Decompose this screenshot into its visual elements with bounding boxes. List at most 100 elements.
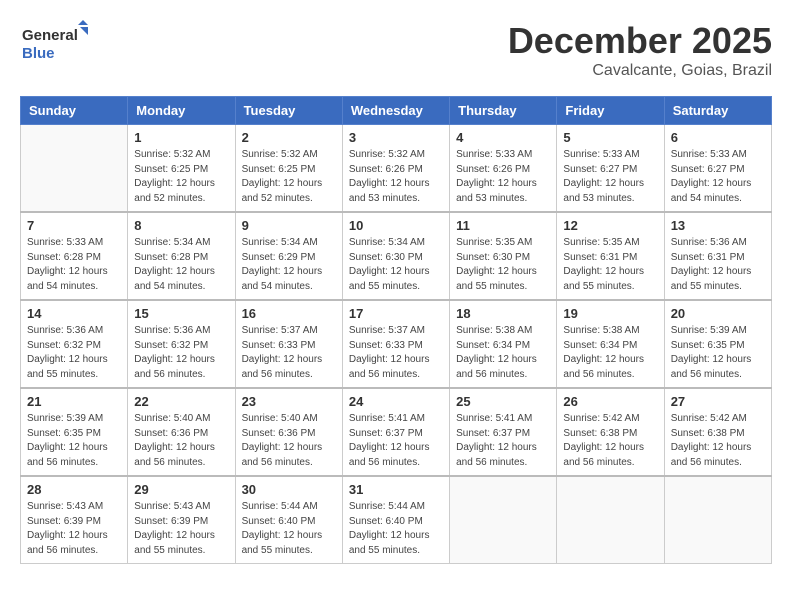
day-number: 24	[349, 394, 443, 409]
calendar-cell: 13Sunrise: 5:36 AMSunset: 6:31 PMDayligh…	[664, 212, 771, 300]
day-number: 18	[456, 306, 550, 321]
calendar-cell: 4 Sunrise: 5:33 AMSunset: 6:26 PMDaylight…	[450, 125, 557, 213]
calendar-cell: 28Sunrise: 5:43 AMSunset: 6:39 PMDayligh…	[21, 476, 128, 564]
calendar-cell	[21, 125, 128, 213]
day-number: 3	[349, 130, 443, 145]
calendar-week-row: 14Sunrise: 5:36 AMSunset: 6:32 PMDayligh…	[21, 300, 772, 388]
calendar-cell	[450, 476, 557, 564]
day-number: 28	[27, 482, 121, 497]
day-number: 20	[671, 306, 765, 321]
calendar-cell: 10 Sunrise: 5:34 AMSunset: 6:30 PMDayligh…	[342, 212, 449, 300]
calendar-cell: 23Sunrise: 5:40 AMSunset: 6:36 PMDayligh…	[235, 388, 342, 476]
day-number: 5	[563, 130, 657, 145]
day-number: 26	[563, 394, 657, 409]
calendar-cell: 21Sunrise: 5:39 AMSunset: 6:35 PMDayligh…	[21, 388, 128, 476]
day-info: Sunrise: 5:38 AMSunset: 6:34 PMDaylight:…	[456, 324, 550, 382]
calendar-cell: 22 Sunrise: 5:40 AMSunset: 6:36 PMDayligh…	[128, 388, 235, 476]
weekday-header-thursday: Thursday	[450, 97, 557, 125]
day-number: 1	[134, 130, 228, 145]
day-info: Sunrise: 5:37 AMSunset: 6:33 PMDaylight:…	[349, 324, 443, 382]
day-number: 29	[134, 482, 228, 497]
day-info: Sunrise: 5:41 AMSunset: 6:37 PMDaylight:…	[349, 412, 443, 470]
day-info: Sunrise: 5:36 AMSunset: 6:31 PMDaylight:…	[671, 236, 765, 294]
svg-text:General: General	[22, 27, 78, 44]
day-number: 30	[242, 482, 336, 497]
calendar-cell: 8 Sunrise: 5:34 AMSunset: 6:28 PMDaylight…	[128, 212, 235, 300]
day-number: 16	[242, 306, 336, 321]
calendar-cell: 29 Sunrise: 5:43 AMSunset: 6:39 PMDayligh…	[128, 476, 235, 564]
day-info: Sunrise: 5:40 AMSunset: 6:36 PMDaylight:…	[134, 412, 228, 470]
calendar-cell: 19 Sunrise: 5:38 AMSunset: 6:34 PMDayligh…	[557, 300, 664, 388]
calendar-cell: 18 Sunrise: 5:38 AMSunset: 6:34 PMDayligh…	[450, 300, 557, 388]
calendar-table: SundayMondayTuesdayWednesdayThursdayFrid…	[20, 96, 772, 564]
day-info: Sunrise: 5:35 AMSunset: 6:30 PMDaylight:…	[456, 236, 550, 294]
weekday-header-tuesday: Tuesday	[235, 97, 342, 125]
weekday-header-saturday: Saturday	[664, 97, 771, 125]
day-number: 12	[563, 218, 657, 233]
day-info: Sunrise: 5:44 AMSunset: 6:40 PMDaylight:…	[349, 500, 443, 558]
day-info: Sunrise: 5:34 AMSunset: 6:30 PMDaylight:…	[349, 236, 443, 294]
calendar-cell: 16 Sunrise: 5:37 AMSunset: 6:33 PMDayligh…	[235, 300, 342, 388]
day-info: Sunrise: 5:32 AMSunset: 6:25 PMDaylight:…	[134, 148, 228, 206]
logo-svg: General Blue	[20, 20, 90, 65]
day-info: Sunrise: 5:33 AMSunset: 6:27 PMDaylight:…	[671, 148, 765, 206]
location: Cavalcante, Goias, Brazil	[508, 62, 772, 80]
calendar-cell: 9Sunrise: 5:34 AMSunset: 6:29 PMDaylight…	[235, 212, 342, 300]
weekday-header-row: SundayMondayTuesdayWednesdayThursdayFrid…	[21, 97, 772, 125]
calendar-cell: 17 Sunrise: 5:37 AMSunset: 6:33 PMDayligh…	[342, 300, 449, 388]
svg-text:Blue: Blue	[22, 45, 55, 62]
calendar-cell: 7 Sunrise: 5:33 AMSunset: 6:28 PMDaylight…	[21, 212, 128, 300]
day-number: 27	[671, 394, 765, 409]
day-info: Sunrise: 5:37 AMSunset: 6:33 PMDaylight:…	[242, 324, 336, 382]
month-title: December 2025	[508, 20, 772, 62]
day-info: Sunrise: 5:39 AMSunset: 6:35 PMDaylight:…	[27, 412, 121, 470]
calendar-cell: 5 Sunrise: 5:33 AMSunset: 6:27 PMDaylight…	[557, 125, 664, 213]
day-info: Sunrise: 5:36 AMSunset: 6:32 PMDaylight:…	[134, 324, 228, 382]
day-number: 19	[563, 306, 657, 321]
logo: General Blue	[20, 20, 90, 65]
day-info: Sunrise: 5:39 AMSunset: 6:35 PMDaylight:…	[671, 324, 765, 382]
day-number: 31	[349, 482, 443, 497]
calendar-cell	[664, 476, 771, 564]
day-info: Sunrise: 5:32 AMSunset: 6:26 PMDaylight:…	[349, 148, 443, 206]
calendar-cell: 12Sunrise: 5:35 AMSunset: 6:31 PMDayligh…	[557, 212, 664, 300]
day-number: 4	[456, 130, 550, 145]
day-info: Sunrise: 5:33 AMSunset: 6:26 PMDaylight:…	[456, 148, 550, 206]
calendar-cell: 15 Sunrise: 5:36 AMSunset: 6:32 PMDayligh…	[128, 300, 235, 388]
calendar-cell: 11 Sunrise: 5:35 AMSunset: 6:30 PMDayligh…	[450, 212, 557, 300]
calendar-cell: 24 Sunrise: 5:41 AMSunset: 6:37 PMDayligh…	[342, 388, 449, 476]
day-info: Sunrise: 5:32 AMSunset: 6:25 PMDaylight:…	[242, 148, 336, 206]
calendar-week-row: 1 Sunrise: 5:32 AMSunset: 6:25 PMDaylight…	[21, 125, 772, 213]
day-info: Sunrise: 5:41 AMSunset: 6:37 PMDaylight:…	[456, 412, 550, 470]
calendar-cell: 30 Sunrise: 5:44 AMSunset: 6:40 PMDayligh…	[235, 476, 342, 564]
day-info: Sunrise: 5:33 AMSunset: 6:28 PMDaylight:…	[27, 236, 121, 294]
weekday-header-sunday: Sunday	[21, 97, 128, 125]
calendar-cell: 3 Sunrise: 5:32 AMSunset: 6:26 PMDaylight…	[342, 125, 449, 213]
calendar-week-row: 7 Sunrise: 5:33 AMSunset: 6:28 PMDaylight…	[21, 212, 772, 300]
day-number: 10	[349, 218, 443, 233]
page-header: General Blue December 2025 Cavalcante, G…	[20, 20, 772, 80]
day-info: Sunrise: 5:34 AMSunset: 6:28 PMDaylight:…	[134, 236, 228, 294]
day-info: Sunrise: 5:33 AMSunset: 6:27 PMDaylight:…	[563, 148, 657, 206]
day-number: 9	[242, 218, 336, 233]
day-number: 22	[134, 394, 228, 409]
day-number: 23	[242, 394, 336, 409]
day-number: 8	[134, 218, 228, 233]
day-number: 2	[242, 130, 336, 145]
weekday-header-monday: Monday	[128, 97, 235, 125]
day-info: Sunrise: 5:38 AMSunset: 6:34 PMDaylight:…	[563, 324, 657, 382]
day-number: 11	[456, 218, 550, 233]
day-number: 25	[456, 394, 550, 409]
day-info: Sunrise: 5:43 AMSunset: 6:39 PMDaylight:…	[134, 500, 228, 558]
calendar-cell: 31 Sunrise: 5:44 AMSunset: 6:40 PMDayligh…	[342, 476, 449, 564]
calendar-cell: 20 Sunrise: 5:39 AMSunset: 6:35 PMDayligh…	[664, 300, 771, 388]
day-info: Sunrise: 5:44 AMSunset: 6:40 PMDaylight:…	[242, 500, 336, 558]
day-number: 15	[134, 306, 228, 321]
day-info: Sunrise: 5:42 AMSunset: 6:38 PMDaylight:…	[563, 412, 657, 470]
day-number: 17	[349, 306, 443, 321]
day-number: 7	[27, 218, 121, 233]
calendar-week-row: 28 Sunrise: 5:43 AMSunset: 6:39 PMDayligh…	[21, 476, 772, 564]
calendar-cell: 6Sunrise: 5:33 AMSunset: 6:27 PMDaylight…	[664, 125, 771, 213]
calendar-cell: 2 Sunrise: 5:32 AMSunset: 6:25 PMDaylight…	[235, 125, 342, 213]
calendar-week-row: 21Sunrise: 5:39 AMSunset: 6:35 PMDayligh…	[21, 388, 772, 476]
